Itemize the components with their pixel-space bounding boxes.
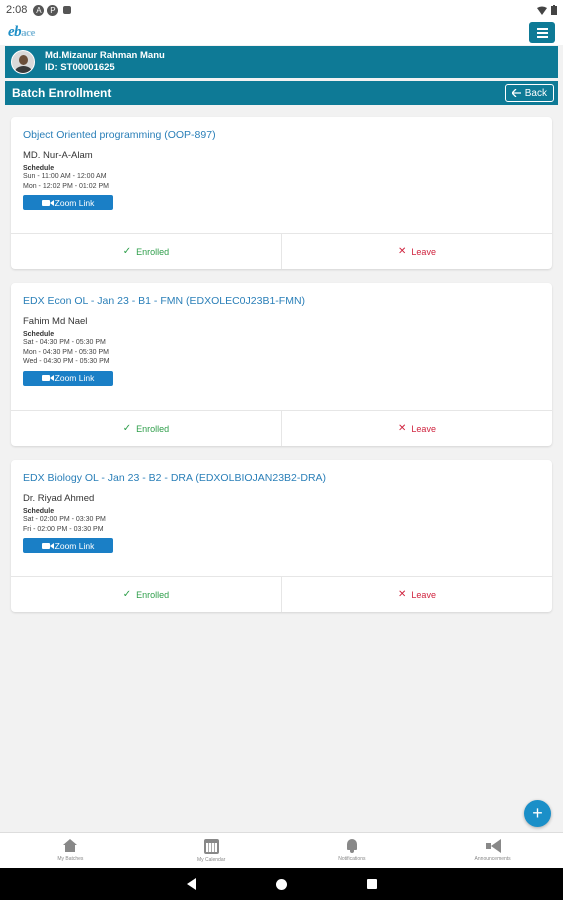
close-icon: ✕ bbox=[398, 589, 407, 600]
enrolled-label: Enrolled bbox=[136, 423, 170, 434]
batch-card: EDX Econ OL - Jan 23 - B1 - FMN (EDXOLEC… bbox=[11, 283, 552, 446]
page-title: Batch Enrollment bbox=[12, 86, 112, 100]
system-home-icon[interactable] bbox=[275, 878, 287, 890]
profile-id: ID: ST00001625 bbox=[45, 62, 115, 73]
bell-icon bbox=[344, 839, 360, 853]
batch-card: Object Oriented programming (OOP-897) MD… bbox=[11, 117, 552, 269]
nav-label: My Calendar bbox=[196, 856, 226, 863]
schedule-label: Schedule bbox=[23, 331, 55, 338]
logo-sub: ace bbox=[21, 27, 35, 39]
check-icon: ✓ bbox=[122, 246, 132, 257]
schedule-label: Schedule bbox=[23, 508, 55, 515]
megaphone-icon bbox=[485, 839, 501, 853]
back-label: Back bbox=[524, 87, 547, 99]
leave-button[interactable]: ✕ Leave bbox=[282, 234, 552, 269]
card-actions: ✓ Enrolled ✕ Leave bbox=[11, 576, 552, 612]
hamburger-menu-icon[interactable] bbox=[529, 22, 555, 43]
app-header: ebace bbox=[0, 20, 563, 45]
wifi-icon bbox=[537, 6, 547, 15]
status-time: 2:08 bbox=[6, 4, 28, 16]
instructor-name: Fahim Md Nael bbox=[23, 316, 88, 327]
instructor-name: MD. Nur-A-Alam bbox=[23, 150, 93, 161]
video-camera-icon bbox=[41, 375, 54, 381]
arrow-left-icon bbox=[511, 89, 521, 97]
battery-icon bbox=[551, 5, 557, 15]
notification-square-icon bbox=[63, 6, 72, 14]
course-title[interactable]: EDX Biology OL - Jan 23 - B2 - DRA (EDXO… bbox=[23, 472, 540, 484]
avatar bbox=[11, 50, 35, 74]
schedule-line: Mon - 04:30 PM - 05:30 PM bbox=[23, 348, 109, 356]
schedule-line: Fri - 02:00 PM - 03:30 PM bbox=[23, 525, 104, 533]
enrolled-button[interactable]: ✓ Enrolled bbox=[11, 577, 282, 612]
notification-p-icon: P bbox=[47, 4, 59, 16]
video-camera-icon bbox=[41, 199, 54, 206]
batch-card: EDX Biology OL - Jan 23 - B2 - DRA (EDXO… bbox=[11, 460, 552, 612]
nav-label: Notifications bbox=[338, 856, 366, 862]
home-icon bbox=[62, 839, 78, 853]
enrolled-button[interactable]: ✓ Enrolled bbox=[11, 234, 282, 269]
back-button[interactable]: Back bbox=[504, 84, 554, 102]
system-navigation-bar bbox=[0, 868, 563, 900]
leave-button[interactable]: ✕ Leave bbox=[282, 411, 552, 446]
leave-button[interactable]: ✕ Leave bbox=[282, 577, 552, 612]
calendar-icon bbox=[203, 838, 219, 854]
add-fab-button[interactable]: + bbox=[524, 800, 551, 827]
zoom-link-button[interactable]: Zoom Link bbox=[23, 370, 113, 386]
page-title-bar: Batch Enrollment Back bbox=[5, 81, 558, 105]
course-title[interactable]: EDX Econ OL - Jan 23 - B1 - FMN (EDXOLEC… bbox=[23, 295, 540, 307]
system-back-icon[interactable] bbox=[186, 878, 196, 890]
system-recents-icon[interactable] bbox=[366, 879, 377, 889]
enrolled-label: Enrolled bbox=[136, 246, 170, 257]
card-actions: ✓ Enrolled ✕ Leave bbox=[11, 233, 552, 269]
profile-name: Md.Mizanur Rahman Manu bbox=[45, 50, 165, 61]
schedule-line: Sun - 11:00 AM - 12:00 AM bbox=[23, 173, 107, 180]
check-icon: ✓ bbox=[122, 423, 132, 434]
zoom-link-label: Zoom Link bbox=[54, 540, 95, 551]
app-logo[interactable]: ebace bbox=[8, 24, 35, 41]
instructor-name: Dr. Riyad Ahmed bbox=[23, 493, 95, 504]
logo-main: eb bbox=[8, 24, 22, 40]
nav-label: My Batches bbox=[57, 856, 84, 862]
schedule-line: Wed - 04:30 PM - 05:30 PM bbox=[23, 358, 110, 365]
leave-label: Leave bbox=[411, 423, 436, 434]
zoom-link-button[interactable]: Zoom Link bbox=[23, 195, 113, 210]
check-icon: ✓ bbox=[122, 589, 132, 600]
enrolled-label: Enrolled bbox=[136, 589, 170, 600]
zoom-link-button[interactable]: Zoom Link bbox=[23, 538, 113, 553]
nav-label: Announcements bbox=[474, 856, 511, 862]
notification-a-icon: A bbox=[33, 4, 45, 16]
leave-label: Leave bbox=[411, 246, 436, 257]
course-title[interactable]: Object Oriented programming (OOP-897) bbox=[23, 129, 540, 141]
status-bar: 2:08 A P bbox=[0, 0, 563, 20]
close-icon: ✕ bbox=[398, 246, 407, 257]
card-actions: ✓ Enrolled ✕ Leave bbox=[11, 410, 552, 446]
zoom-link-label: Zoom Link bbox=[54, 197, 95, 208]
schedule-line: Mon - 12:02 PM - 01:02 PM bbox=[23, 182, 109, 190]
schedule-line: Sat - 04:30 PM - 05:30 PM bbox=[23, 339, 106, 346]
close-icon: ✕ bbox=[398, 423, 407, 434]
nav-item-announcements[interactable]: Announcements bbox=[422, 833, 563, 868]
nav-item-my-calendar[interactable]: My Calendar bbox=[141, 833, 282, 868]
leave-label: Leave bbox=[411, 589, 436, 600]
schedule-line: Sat - 02:00 PM - 03:30 PM bbox=[23, 516, 106, 523]
profile-info: Md.Mizanur Rahman Manu ID: ST00001625 bbox=[45, 50, 165, 74]
enrolled-button[interactable]: ✓ Enrolled bbox=[11, 411, 282, 446]
nav-item-my-batches[interactable]: My Batches bbox=[0, 833, 141, 868]
zoom-link-label: Zoom Link bbox=[54, 373, 95, 383]
video-camera-icon bbox=[41, 542, 54, 549]
schedule-label: Schedule bbox=[23, 165, 55, 172]
bottom-nav: My Batches My Calendar Notifications Ann… bbox=[0, 832, 563, 868]
profile-bar: Md.Mizanur Rahman Manu ID: ST00001625 bbox=[5, 46, 558, 78]
nav-item-notifications[interactable]: Notifications bbox=[282, 833, 423, 868]
